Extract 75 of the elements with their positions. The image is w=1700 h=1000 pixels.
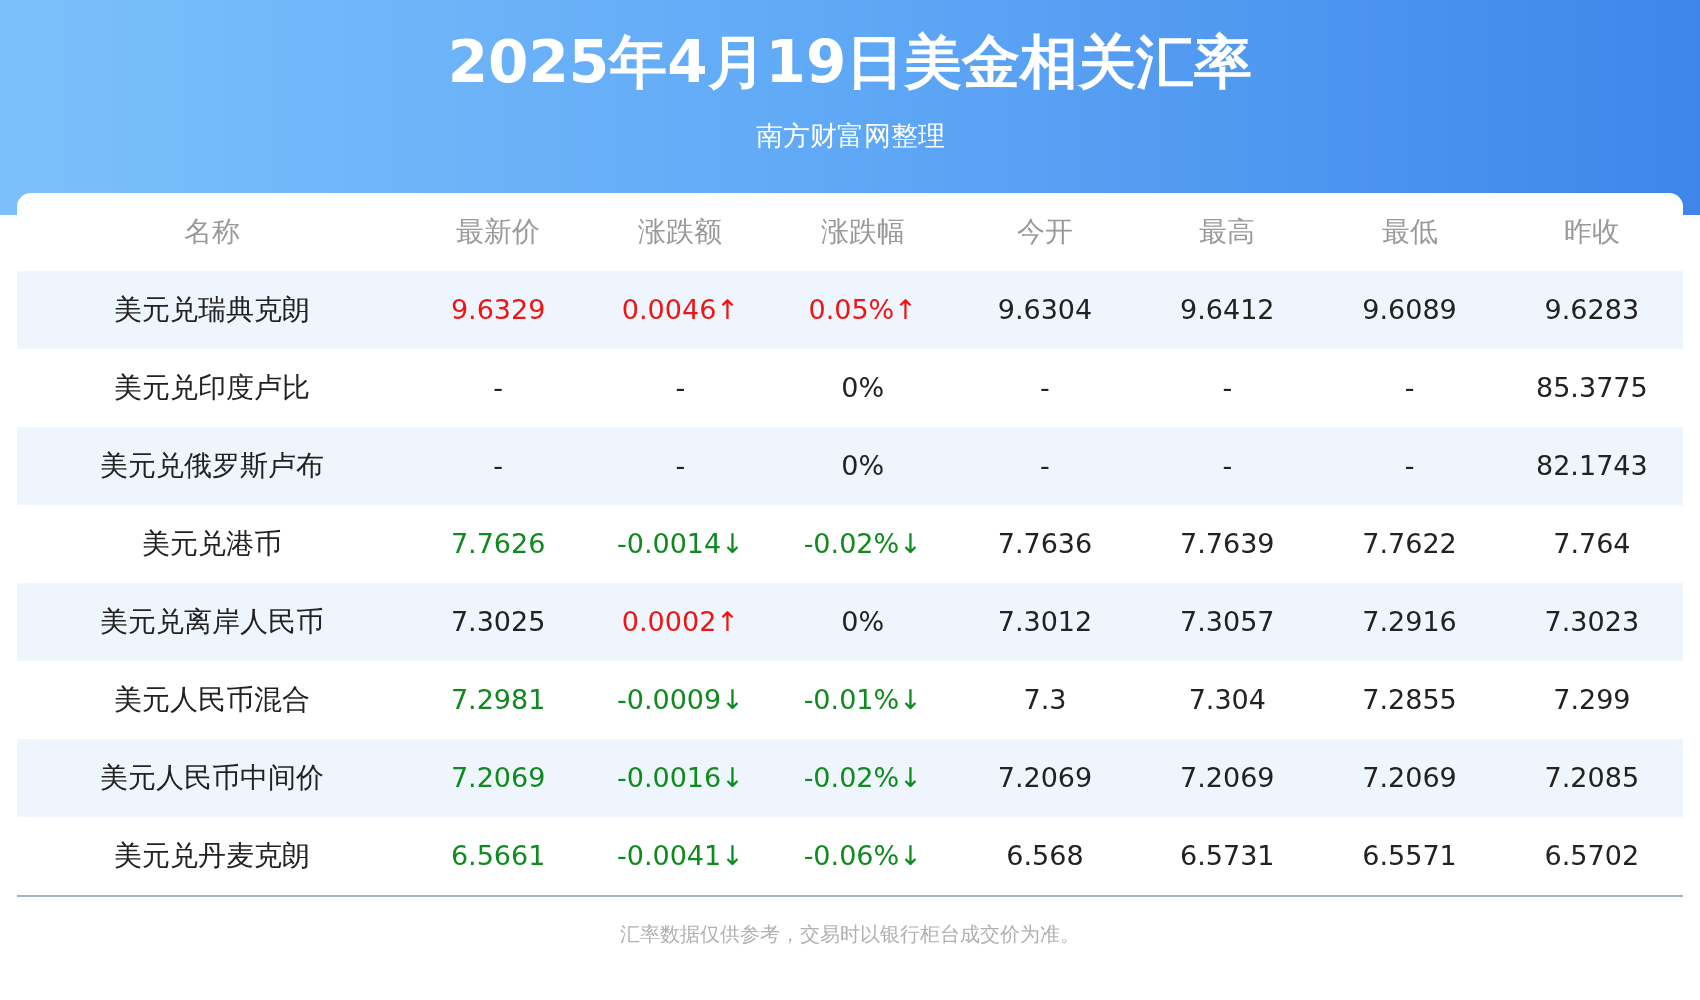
page-subtitle: 南方财富网整理: [755, 119, 945, 153]
rate-value: -0.06%↓: [802, 838, 923, 873]
currency-name: 美元人民币混合: [113, 682, 311, 718]
rate-value: 85.3775: [1535, 370, 1649, 405]
rate-value: 7.7622: [1361, 526, 1458, 561]
rate-value: -0.0014↓: [616, 526, 745, 561]
rate-value: 6.5702: [1543, 838, 1641, 873]
rate-value: 7.3057: [1179, 604, 1276, 639]
rate-value: 7.3023: [1543, 604, 1641, 639]
rate-value: -0.02%↓: [802, 760, 923, 795]
rate-value: 7.764: [1552, 526, 1632, 561]
rate-value: -0.0041↓: [616, 838, 745, 873]
rate-value: -: [1403, 370, 1416, 405]
disclaimer-note: 汇率数据仅供参考，交易时以银行柜台成交价为准。: [620, 921, 1080, 948]
rate-value: 7.299: [1552, 682, 1632, 717]
rate-value: 7.2069: [1361, 760, 1458, 795]
rate-value: 0.0002↑: [620, 604, 740, 639]
rate-value: -: [674, 448, 687, 483]
currency-name: 美元兑瑞典克朗: [113, 292, 311, 328]
rate-value: -: [492, 448, 504, 483]
rate-value: 9.6412: [1179, 292, 1276, 327]
rate-value: 7.2069: [449, 760, 547, 795]
column-header: 最低: [1380, 214, 1439, 250]
rate-value: 7.3012: [996, 604, 1094, 639]
column-header: 最高: [1198, 214, 1257, 250]
rate-value: 6.5661: [449, 838, 547, 873]
rate-value: 0.0046↑: [620, 292, 740, 327]
page-title: 2025年4月19日美金相关汇率: [447, 27, 1253, 98]
rate-value: -: [1221, 370, 1234, 405]
rate-value: 7.2916: [1361, 604, 1458, 639]
rate-value: 9.6283: [1543, 292, 1641, 327]
rate-value: 7.2981: [449, 682, 547, 717]
rate-value: -0.01%↓: [802, 682, 923, 717]
column-header: 最新价: [455, 214, 542, 250]
rate-value: 9.6089: [1361, 292, 1458, 327]
currency-name: 美元兑丹麦克朗: [113, 838, 311, 874]
rate-value: -: [492, 370, 504, 405]
column-header: 名称: [183, 214, 241, 250]
rate-value: -: [1039, 370, 1051, 405]
currency-name: 美元人民币中间价: [99, 760, 325, 796]
rate-value: 9.6304: [996, 292, 1094, 327]
rate-value: 7.304: [1187, 682, 1267, 717]
rate-value: 7.2855: [1361, 682, 1458, 717]
rate-value: 7.7636: [996, 526, 1094, 561]
rate-value: 0.05%↑: [807, 292, 918, 327]
rate-value: 0%: [840, 370, 886, 405]
currency-name: 美元兑离岸人民币: [99, 604, 325, 640]
rate-value: 82.1743: [1535, 448, 1649, 483]
rate-value: 7.3: [1022, 682, 1068, 717]
currency-name: 美元兑印度卢比: [113, 370, 311, 406]
rate-value: 9.6329: [449, 292, 547, 327]
rate-value: -: [674, 370, 687, 405]
rate-value: -: [1221, 448, 1234, 483]
rate-value: 0%: [840, 604, 886, 639]
rate-value: 7.2085: [1543, 760, 1641, 795]
currency-name: 美元兑俄罗斯卢布: [99, 448, 325, 484]
currency-name: 美元兑港币: [141, 526, 283, 562]
column-header: 昨收: [1562, 214, 1621, 250]
rate-value: -: [1403, 448, 1416, 483]
column-header: 今开: [1016, 214, 1074, 250]
rate-value: 7.2069: [1179, 760, 1276, 795]
rate-value: 6.5731: [1179, 838, 1276, 873]
rate-value: 7.7639: [1179, 526, 1276, 561]
rate-value: 0%: [840, 448, 886, 483]
rate-value: -0.02%↓: [802, 526, 923, 561]
rate-value: 7.2069: [996, 760, 1094, 795]
rate-value: 6.568: [1005, 838, 1085, 873]
rate-value: 7.7626: [449, 526, 547, 561]
rate-value: 6.5571: [1361, 838, 1458, 873]
rate-value: 7.3025: [449, 604, 547, 639]
rate-value: -: [1039, 448, 1051, 483]
column-header: 涨跌幅: [819, 214, 906, 250]
rate-value: -0.0009↓: [616, 682, 745, 717]
column-header: 涨跌额: [637, 214, 724, 250]
rate-value: -0.0016↓: [616, 760, 745, 795]
